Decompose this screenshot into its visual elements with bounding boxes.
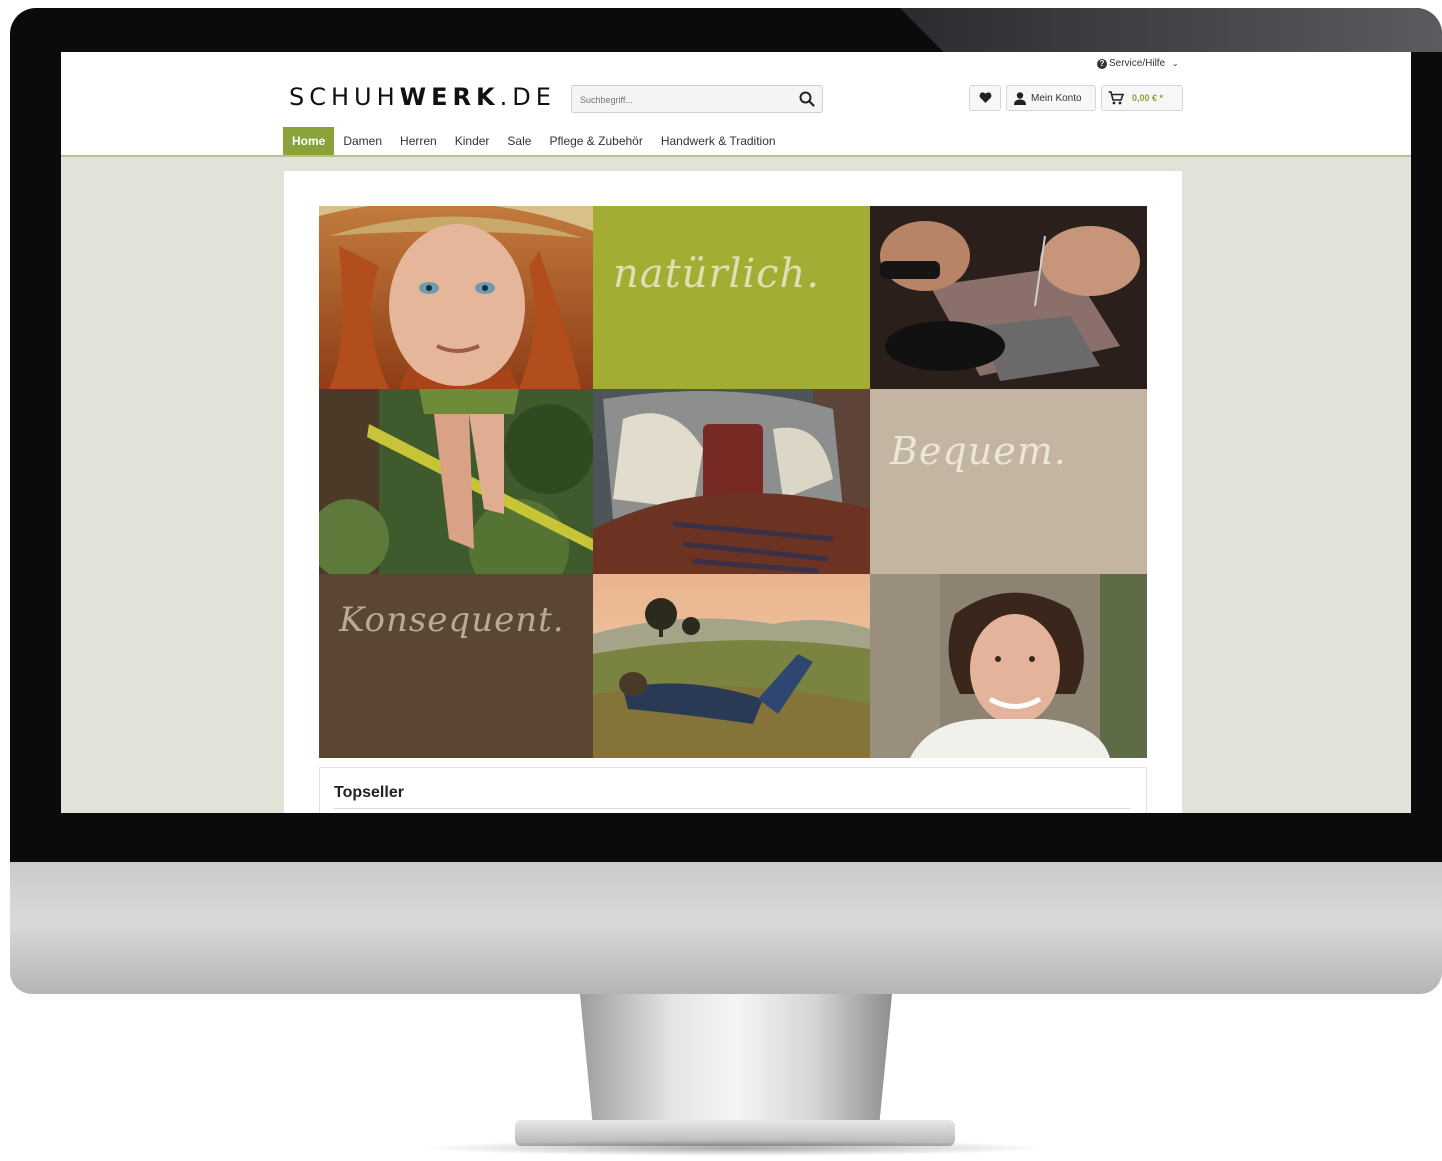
cart-icon bbox=[1108, 91, 1124, 105]
hero-tile-bequem[interactable]: Bequem. bbox=[870, 389, 1147, 574]
nav-item-pflege-zubehoer[interactable]: Pflege & Zubehör bbox=[540, 127, 651, 155]
hero-photo-slackline-feet[interactable] bbox=[319, 389, 593, 574]
help-icon: ? bbox=[1097, 59, 1107, 69]
nav-item-handwerk-tradition[interactable]: Handwerk & Tradition bbox=[652, 127, 785, 155]
hero-word-konsequent: Konsequent. bbox=[339, 600, 565, 640]
hero-photo-smiling-woman[interactable] bbox=[870, 574, 1147, 758]
hero-photo-man-in-meadow[interactable] bbox=[593, 574, 870, 758]
service-help-link[interactable]: ? Service/Hilfe ⌄ bbox=[1097, 58, 1179, 69]
logo-text-bold: WERK bbox=[399, 83, 500, 111]
felt-boot-photo bbox=[593, 389, 870, 574]
man-in-meadow-photo bbox=[593, 574, 870, 758]
content-area: natürlich. Bequem. Konsequent. Topseller bbox=[284, 171, 1182, 813]
hero-grid: natürlich. Bequem. Konsequent. bbox=[319, 206, 1147, 758]
logo[interactable]: SCHUHWERK.DE bbox=[289, 83, 556, 111]
bezel-glare bbox=[900, 8, 1442, 52]
monitor-chin bbox=[10, 862, 1442, 994]
logo-text-light: SCHUH bbox=[289, 83, 400, 111]
topseller-title: Topseller bbox=[334, 784, 404, 801]
site-header: ?Service/Hilfe ⌄ SCHUHWERK.DE Mein Konto bbox=[61, 52, 1411, 157]
heart-icon bbox=[979, 92, 991, 103]
slackline-feet-photo bbox=[319, 389, 593, 574]
hero-word-bequem: Bequem. bbox=[890, 429, 1067, 473]
nav-item-home[interactable]: Home bbox=[283, 127, 335, 155]
screen: ?Service/Hilfe ⌄ SCHUHWERK.DE Mein Konto bbox=[61, 52, 1411, 813]
topseller-divider bbox=[334, 808, 1130, 809]
hero-photo-shoemaker-hands[interactable] bbox=[870, 206, 1147, 389]
wishlist-button[interactable] bbox=[969, 85, 1001, 111]
cart-button[interactable]: 0,00 € * bbox=[1101, 85, 1183, 111]
redhead-woman-photo bbox=[319, 206, 593, 389]
hero-tile-konsequent[interactable]: Konsequent. bbox=[319, 574, 593, 758]
search-input[interactable] bbox=[578, 90, 792, 110]
hero-word-natuerlich: natürlich. bbox=[613, 251, 821, 297]
search-box bbox=[571, 85, 823, 113]
smiling-woman-photo bbox=[870, 574, 1147, 758]
hero-photo-felt-boot[interactable] bbox=[593, 389, 870, 574]
main-navigation: Home Damen Herren Kinder Sale Pflege & Z… bbox=[283, 127, 785, 155]
hero-photo-redhead-woman[interactable] bbox=[319, 206, 593, 389]
nav-item-sale[interactable]: Sale bbox=[498, 127, 540, 155]
nav-item-kinder[interactable]: Kinder bbox=[446, 127, 499, 155]
chevron-down-icon: ⌄ bbox=[1171, 59, 1179, 68]
logo-text-suffix: .DE bbox=[499, 83, 556, 111]
topseller-section: Topseller bbox=[319, 767, 1147, 813]
monitor-shadow bbox=[420, 1140, 1050, 1156]
hero-tile-natuerlich[interactable]: natürlich. bbox=[593, 206, 870, 389]
nav-item-herren[interactable]: Herren bbox=[391, 127, 446, 155]
search-icon[interactable] bbox=[798, 90, 816, 108]
cart-amount: 0,00 € * bbox=[1132, 93, 1164, 103]
service-help-label: Service/Hilfe bbox=[1109, 58, 1166, 69]
monitor-stand bbox=[580, 994, 892, 1122]
account-button[interactable]: Mein Konto bbox=[1006, 85, 1096, 111]
nav-item-damen[interactable]: Damen bbox=[334, 127, 391, 155]
user-icon bbox=[1014, 92, 1026, 105]
shoemaker-hands-photo bbox=[870, 206, 1147, 389]
account-label: Mein Konto bbox=[1031, 92, 1082, 104]
